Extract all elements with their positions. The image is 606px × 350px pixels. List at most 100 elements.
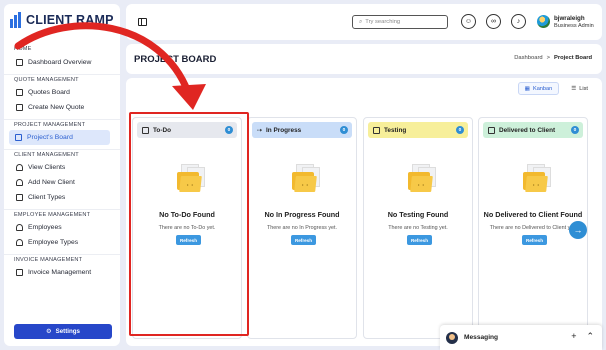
breadcrumb-separator: >	[546, 55, 550, 61]
empty-folder-illustration: • •	[513, 164, 553, 196]
sidebar-item-view-clients[interactable]: View Clients	[4, 160, 120, 175]
sidebar-item-label: Client Types	[28, 194, 66, 201]
breadcrumb-current: Project Board	[553, 55, 592, 61]
sidebar-item-label: Add New Client	[28, 179, 75, 186]
logo-mark-icon	[10, 12, 24, 28]
column-count-badge: 0	[571, 126, 579, 134]
theme-button[interactable]: ☺	[461, 14, 476, 29]
list-view-button[interactable]: ☰ List	[565, 82, 594, 95]
sidebar: CLIENT RAMP HOME Dashboard Overview QUOT…	[4, 4, 120, 346]
section-client-management: CLIENT MANAGEMENT	[4, 149, 120, 160]
clipboard-icon	[373, 126, 380, 134]
logo-text: CLIENT RAMP	[26, 13, 114, 27]
sidebar-item-client-types[interactable]: Client Types	[4, 190, 120, 205]
settings-button[interactable]: ⚙ Settings	[14, 324, 112, 339]
column-count-badge: 0	[456, 126, 464, 134]
notifications-button[interactable]: ♪	[511, 14, 526, 29]
bell-icon: ♪	[516, 18, 521, 25]
search-icon: ⌕	[359, 18, 363, 25]
search-placeholder: Try searching	[365, 19, 401, 25]
sidebar-item-employee-types[interactable]: Employee Types	[4, 235, 120, 250]
breadcrumb: Dashboard > Project Board	[514, 55, 592, 61]
messaging-actions: + ⌃	[571, 331, 594, 342]
sidebar-item-dashboard-overview[interactable]: Dashboard Overview	[4, 55, 120, 70]
search-input[interactable]: ⌕ Try searching	[352, 15, 448, 29]
chevron-up-icon[interactable]: ⌃	[586, 331, 594, 342]
sidebar-item-label: View Clients	[28, 164, 66, 171]
empty-state-subtitle: There are no Testing yet.	[388, 225, 448, 231]
link-icon: ∞	[491, 18, 496, 25]
user-icon	[16, 224, 23, 231]
column-title: Delivered to Client	[499, 126, 556, 134]
sidebar-item-quotes-board[interactable]: Quotes Board	[4, 85, 120, 100]
package-icon	[488, 126, 495, 134]
column-testing: Testing 0 • • No Testing Found There are…	[363, 117, 473, 339]
column-header: Delivered to Client 0	[483, 122, 583, 138]
arrow-right-icon: →	[573, 225, 583, 235]
empty-folder-illustration: • •	[282, 164, 322, 196]
messaging-avatar	[446, 331, 458, 344]
plus-icon[interactable]: +	[571, 331, 576, 342]
page-title: PROJECT BOARD	[134, 54, 217, 65]
section-home: HOME	[14, 46, 32, 52]
user-role: Business Admin	[554, 23, 594, 29]
column-count-badge: 0	[340, 126, 348, 134]
edit-icon	[16, 104, 23, 111]
sidebar-item-label: Employees	[28, 224, 62, 231]
sidebar-item-label: Quotes Board	[28, 89, 70, 96]
list-icon: ☰	[571, 85, 577, 92]
tag-icon	[16, 194, 23, 201]
sidebar-item-label: Invoice Management	[28, 269, 92, 276]
app-logo[interactable]: CLIENT RAMP	[10, 12, 114, 28]
sidebar-item-add-new-client[interactable]: Add New Client	[4, 175, 120, 190]
column-header: Testing 0	[368, 122, 468, 138]
invoice-icon	[16, 269, 23, 276]
link-button[interactable]: ∞	[486, 14, 501, 29]
section-quote-management: QUOTE MANAGEMENT	[4, 74, 120, 85]
empty-state-title: No Delivered to Client Found	[483, 210, 583, 219]
dashboard-icon	[16, 59, 23, 66]
sidebar-item-label: Create New Quote	[28, 104, 85, 111]
empty-state-subtitle: There are no In Progress yet.	[266, 225, 338, 231]
list-view-label: List	[579, 85, 588, 92]
sidebar-item-invoice-management[interactable]: Invoice Management	[4, 265, 120, 280]
sidebar-toggle-icon[interactable]	[138, 18, 147, 26]
sidebar-item-label: Dashboard Overview	[28, 59, 92, 66]
column-title: In Progress	[266, 126, 302, 134]
column-header: ⇢ In Progress 0	[252, 122, 352, 138]
column-title: Testing	[384, 126, 407, 134]
messaging-label: Messaging	[464, 334, 499, 341]
kanban-view-label: Kanban	[532, 85, 553, 92]
sidebar-item-label: Project's Board	[27, 134, 73, 141]
refresh-button[interactable]: Refresh	[291, 235, 316, 245]
highlight-box	[129, 112, 249, 336]
smiley-icon: ☺	[464, 18, 473, 25]
refresh-button[interactable]: Refresh	[522, 235, 547, 245]
avatar[interactable]	[537, 15, 550, 28]
user-plus-icon	[16, 179, 23, 186]
settings-label: Settings	[55, 328, 80, 335]
page-header: PROJECT BOARD Dashboard > Project Board	[126, 44, 602, 74]
empty-state-title: No Testing Found	[387, 210, 449, 219]
board-icon	[15, 134, 22, 141]
sidebar-item-create-new-quote[interactable]: Create New Quote	[4, 100, 120, 115]
sidebar-item-label: Employee Types	[28, 239, 79, 246]
kanban-view-button[interactable]: ▦ Kanban	[517, 82, 560, 95]
scroll-right-button[interactable]: →	[569, 221, 587, 239]
sidebar-nav: HOME Dashboard Overview QUOTE MANAGEMENT…	[4, 44, 120, 280]
section-project-management: PROJECT MANAGEMENT	[4, 119, 120, 130]
view-toggle: ▦ Kanban ☰ List	[517, 82, 594, 95]
top-bar: ⌕ Try searching ☺ ∞ ♪ bjwraleigh Busines…	[126, 4, 602, 40]
messaging-bar[interactable]: Messaging + ⌃	[440, 325, 602, 350]
section-invoice-management: INVOICE MANAGEMENT	[4, 254, 120, 265]
breadcrumb-home[interactable]: Dashboard	[514, 55, 542, 61]
refresh-button[interactable]: Refresh	[407, 235, 432, 245]
sidebar-item-employees[interactable]: Employees	[4, 220, 120, 235]
empty-folder-illustration: • •	[398, 164, 438, 196]
sidebar-item-projects-board[interactable]: Project's Board	[9, 130, 110, 145]
user-icon	[16, 164, 23, 171]
section-employee-management: EMPLOYEE MANAGEMENT	[4, 209, 120, 220]
user-name: bjwraleigh	[554, 15, 585, 22]
column-in-progress: ⇢ In Progress 0 • • No In Progress Found…	[247, 117, 357, 339]
gear-icon: ⚙	[46, 328, 52, 335]
